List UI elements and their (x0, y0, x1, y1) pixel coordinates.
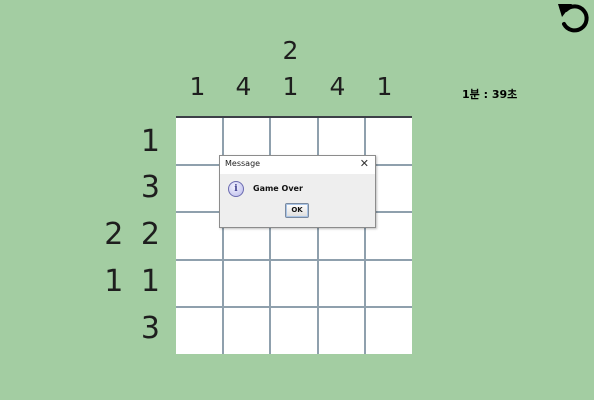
row-clue: 1 (140, 124, 164, 159)
row-clue: 1 1 (104, 264, 164, 299)
dialog-title: Message (225, 159, 261, 168)
row-clue: 2 2 (104, 217, 164, 252)
undo-icon[interactable] (556, 0, 594, 38)
message-dialog: Message ✕ i Game Over OK (219, 155, 376, 228)
column-clue: 4 (329, 72, 346, 101)
grid-cell[interactable] (176, 165, 222, 212)
grid-cell[interactable] (318, 308, 365, 354)
grid-cell[interactable] (223, 260, 270, 307)
column-clue: 1 (282, 72, 299, 101)
ok-button[interactable]: OK (285, 203, 309, 218)
close-icon[interactable]: ✕ (360, 157, 369, 171)
grid-cell[interactable] (176, 260, 222, 307)
grid-cell[interactable] (176, 213, 222, 259)
column-clue: 4 (235, 72, 252, 101)
timer-display: 1분 : 39초 (462, 88, 518, 101)
dialog-titlebar: Message ✕ (220, 156, 375, 174)
row-clue: 3 (140, 170, 164, 205)
column-clue: 2 (282, 36, 299, 65)
row-clue: 3 (140, 311, 164, 346)
grid-cell[interactable] (176, 118, 222, 164)
info-icon: i (228, 181, 244, 197)
column-clue: 1 (189, 72, 206, 101)
grid-cell[interactable] (271, 260, 317, 307)
dialog-message: Game Over (253, 184, 303, 193)
column-clue: 1 (376, 72, 393, 101)
grid-cell[interactable] (366, 308, 412, 354)
puzzle-grid (176, 116, 412, 354)
grid-cell[interactable] (271, 308, 317, 354)
grid-cell[interactable] (318, 260, 365, 307)
grid-cell[interactable] (366, 260, 412, 307)
grid-cell[interactable] (176, 308, 222, 354)
grid-cell[interactable] (223, 308, 270, 354)
